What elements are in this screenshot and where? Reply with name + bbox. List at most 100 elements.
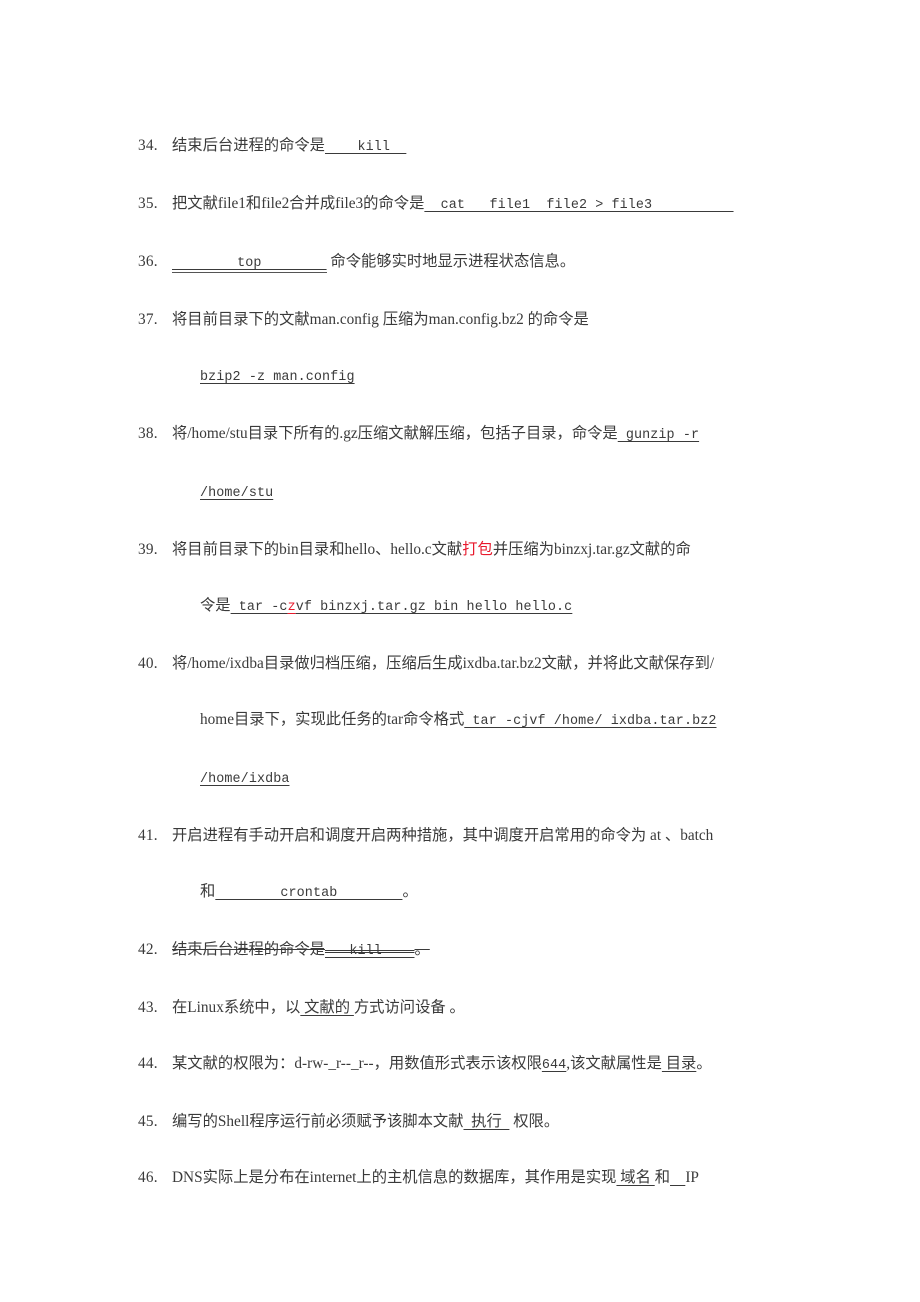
question-item: 41. 开启进程有手动开启和调度开启两种措施，其中调度开启常用的命令为 at 、b… — [138, 808, 790, 922]
answer-blank[interactable]: 文献的 — [300, 999, 354, 1016]
answer-blank[interactable]: 执行 — [464, 1113, 510, 1130]
question-item: 46. DNS实际上是分布在internet上的主机信息的数据库，其作用是实现 域… — [138, 1150, 790, 1206]
question-body: 将/home/ixdba目录做归档压缩，压缩后生成ixdba.tar.bz2文献… — [172, 636, 790, 808]
question-number: 35. — [138, 195, 158, 212]
answer-blank[interactable]: gunzip -r — [618, 428, 699, 443]
question-line: 结束后台进程的命令是 kill 。 — [172, 922, 790, 980]
question-line: bzip2 -z man.config — [200, 348, 790, 406]
question-body: 将目前目录下的文献man.config 压缩为man.config.bz2 的命… — [172, 292, 790, 406]
question-body: 结束后台进程的命令是 kill — [172, 118, 790, 176]
answer-blank[interactable]: tar -cjvf /home/ ixdba.tar.bz2 — [464, 714, 716, 729]
question-line: 将/home/stu目录下所有的.gz压缩文献解压缩，包括子目录，命令是 gun… — [172, 406, 790, 464]
question-text: 。 — [414, 941, 430, 958]
question-text: 。 — [402, 883, 418, 900]
question-text: DNS实际上是分布在internet上的主机信息的数据库，其作用是实现 — [172, 1169, 617, 1186]
question-item: 36. top 命令能够实时地显示进程状态信息。 — [138, 234, 790, 292]
question-number: 44. — [138, 1055, 158, 1072]
question-line: 将目前目录下的文献man.config 压缩为man.config.bz2 的命… — [172, 292, 790, 348]
answer-blank[interactable]: cat file1 file2 > file3 — [424, 198, 733, 213]
question-line: 将目前目录下的bin目录和hello、hello.c文献打包并压缩为binzxj… — [172, 522, 790, 578]
question-body: 某文献的权限为：d-rw-_r--_r--，用数值形式表示该权限644,该文献属… — [172, 1036, 790, 1094]
question-text: ,该文献属性是 — [566, 1055, 662, 1072]
question-text: 。 — [696, 1055, 712, 1072]
question-text: 方式访问设备 。 — [353, 999, 465, 1016]
question-text: 命令能够实时地显示进程状态信息。 — [326, 253, 576, 270]
question-number: 43. — [138, 999, 158, 1016]
question-line: 将/home/ixdba目录做归档压缩，压缩后生成ixdba.tar.bz2文献… — [172, 636, 790, 692]
question-number: 40. — [138, 655, 158, 672]
question-body: 将目前目录下的bin目录和hello、hello.c文献打包并压缩为binzxj… — [172, 522, 790, 636]
question-text: 开启进程有手动开启和调度开启两种措施，其中调度开启常用的命令为 at 、batc… — [172, 827, 714, 844]
question-item: 44. 某文献的权限为：d-rw-_r--_r--，用数值形式表示该权限644,该… — [138, 1036, 790, 1094]
question-item: 39. 将目前目录下的bin目录和hello、hello.c文献打包并压缩为bin… — [138, 522, 790, 636]
question-body: top 命令能够实时地显示进程状态信息。 — [172, 234, 790, 292]
question-line: 结束后台进程的命令是 kill — [172, 118, 790, 176]
question-number: 37. — [138, 311, 158, 328]
answer-blank[interactable]: top — [172, 256, 327, 273]
question-item: 42. 结束后台进程的命令是 kill 。 — [138, 922, 790, 980]
question-body: 把文献file1和file2合并成file3的命令是 cat file1 fil… — [172, 176, 790, 234]
question-body: 结束后台进程的命令是 kill 。 — [172, 922, 790, 980]
question-line: 编写的Shell程序运行前必须赋予该脚本文献 执行 权限。 — [172, 1094, 790, 1150]
question-line: 把文献file1和file2合并成file3的命令是 cat file1 fil… — [172, 176, 790, 234]
question-body: 开启进程有手动开启和调度开启两种措施，其中调度开启常用的命令为 at 、batc… — [172, 808, 790, 922]
answer-blank[interactable]: /home/stu — [200, 486, 273, 501]
question-text: 结束后台进程的命令是 — [172, 137, 325, 154]
document-page: 34. 结束后台进程的命令是 kill 35. 把文献file1和file2合并成f… — [0, 0, 920, 1302]
question-text: 并压缩为binzxj.tar.gz文献的命 — [492, 541, 691, 558]
question-text: 某文献的权限为：d-rw-_r--_r--，用数值形式表示该权限 — [172, 1055, 542, 1072]
question-line: /home/stu — [200, 464, 790, 522]
question-text: 和 — [654, 1169, 671, 1186]
question-number: 42. — [138, 941, 158, 958]
question-text: home目录下，实现此任务的tar命令格式 — [200, 711, 465, 728]
question-body: 编写的Shell程序运行前必须赋予该脚本文献 执行 权限。 — [172, 1094, 790, 1150]
question-line: 某文献的权限为：d-rw-_r--_r--，用数值形式表示该权限644,该文献属… — [172, 1036, 790, 1094]
answer-blank-highlighted[interactable]: z — [288, 600, 296, 615]
answer-blank[interactable]: 目录 — [662, 1055, 697, 1072]
answer-blank[interactable]: kill — [325, 944, 415, 959]
question-text: 将/home/ixdba目录做归档压缩，压缩后生成ixdba.tar.bz2文献… — [172, 655, 715, 672]
answer-blank[interactable]: crontab — [215, 886, 402, 901]
answer-blank[interactable]: vf binzxj.tar.gz bin hello hello.c — [296, 600, 573, 615]
question-line: /home/ixdba — [200, 750, 790, 808]
question-text: 将目前目录下的文献man.config 压缩为man.config.bz2 的命… — [172, 311, 589, 328]
question-list: 34. 结束后台进程的命令是 kill 35. 把文献file1和file2合并成f… — [138, 118, 790, 1206]
question-item: 40. 将/home/ixdba目录做归档压缩，压缩后生成ixdba.tar.bz… — [138, 636, 790, 808]
question-line: home目录下，实现此任务的tar命令格式 tar -cjvf /home/ i… — [200, 692, 790, 750]
question-item: 35. 把文献file1和file2合并成file3的命令是 cat file1 … — [138, 176, 790, 234]
question-text: 在Linux系统中，以 — [172, 999, 301, 1016]
question-text: 将/home/stu目录下所有的.gz压缩文献解压缩，包括子目录，命令是 — [172, 425, 618, 442]
question-line: top 命令能够实时地显示进程状态信息。 — [172, 234, 790, 292]
answer-blank[interactable]: kill — [325, 140, 406, 155]
question-item: 37. 将目前目录下的文献man.config 压缩为man.config.bz2… — [138, 292, 790, 406]
question-body: DNS实际上是分布在internet上的主机信息的数据库，其作用是实现 域名 和… — [172, 1150, 790, 1206]
answer-blank[interactable]: 域名 — [616, 1169, 654, 1186]
question-text: 和 — [200, 883, 216, 900]
answer-blank[interactable]: bzip2 -z man.config — [200, 370, 355, 385]
answer-blank[interactable]: /home/ixdba — [200, 772, 290, 787]
question-line: DNS实际上是分布在internet上的主机信息的数据库，其作用是实现 域名 和… — [172, 1150, 790, 1206]
question-number: 34. — [138, 137, 158, 154]
question-text: 编写的Shell程序运行前必须赋予该脚本文献 — [172, 1113, 464, 1130]
question-body: 在Linux系统中，以 文献的 方式访问设备 。 — [172, 980, 790, 1036]
question-text: 权限。 — [509, 1113, 560, 1130]
question-number: 38. — [138, 425, 158, 442]
question-line: 在Linux系统中，以 文献的 方式访问设备 。 — [172, 980, 790, 1036]
question-line: 开启进程有手动开启和调度开启两种措施，其中调度开启常用的命令为 at 、batc… — [172, 808, 790, 864]
question-number: 46. — [138, 1169, 158, 1186]
question-number: 45. — [138, 1113, 158, 1130]
question-text: 结束后台进程的命令是 — [172, 941, 325, 958]
question-item: 34. 结束后台进程的命令是 kill — [138, 118, 790, 176]
question-item: 38. 将/home/stu目录下所有的.gz压缩文献解压缩，包括子目录，命令是 … — [138, 406, 790, 522]
answer-blank[interactable] — [670, 1169, 685, 1186]
question-number: 39. — [138, 541, 158, 558]
question-line: 和 crontab 。 — [200, 864, 790, 922]
answer-blank[interactable]: 644 — [542, 1058, 566, 1073]
question-text: 将目前目录下的bin目录和hello、hello.c文献 — [172, 541, 463, 558]
highlighted-text: 打包 — [462, 541, 493, 558]
question-text: 把文献file1和file2合并成file3的命令是 — [172, 195, 425, 212]
answer-blank[interactable]: tar -c — [231, 600, 288, 615]
question-number: 41. — [138, 827, 158, 844]
question-number: 36. — [138, 253, 158, 270]
question-body: 将/home/stu目录下所有的.gz压缩文献解压缩，包括子目录，命令是 gun… — [172, 406, 790, 522]
